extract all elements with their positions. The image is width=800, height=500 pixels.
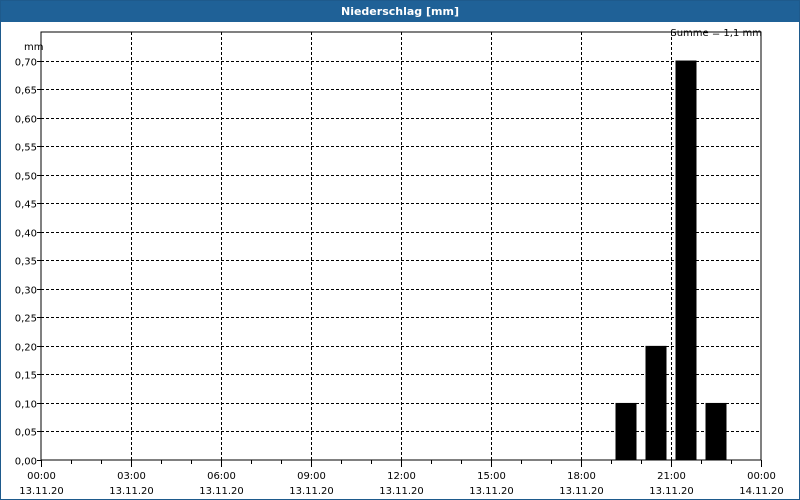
y-tick-label: 0,30 [15, 286, 37, 297]
x-tick-time-label: 12:00 [387, 471, 416, 482]
precipitation-bar [705, 402, 727, 460]
x-tick-time-label: 00:00 [27, 471, 56, 482]
x-tick-time-label: 21:00 [657, 471, 686, 482]
x-tick-date-label: 13.11.20 [19, 486, 64, 497]
x-tick-time-label: 18:00 [567, 471, 596, 482]
x-tick-time-label: 06:00 [207, 471, 236, 482]
x-tick-time-label: 09:00 [297, 471, 326, 482]
y-axis-ticks: 0,00 0,05 0,10 0,15 0,20 0,25 0,30 0,35 0,40 0,45… [15, 58, 41, 468]
y-tick-label: 0,05 [15, 428, 37, 439]
y-tick-label: 0,60 [15, 115, 37, 126]
y-tick-label: 0,50 [15, 172, 37, 183]
x-tick-date-label: 13.11.20 [109, 486, 154, 497]
sum-label: Summe = 1,1 mm [670, 28, 762, 39]
y-tick-label: 0,10 [15, 400, 37, 411]
x-tick-date-label: 13.11.20 [379, 486, 424, 497]
y-tick-label: 0,40 [15, 229, 37, 240]
precipitation-chart: mm Summe = 1,1 mm 0,000,050,100,150,200,… [15, 28, 784, 497]
y-tick-label: 0,00 [15, 457, 37, 468]
y-tick-label: 0,45 [15, 200, 37, 211]
precipitation-bar [675, 60, 697, 461]
x-tick-time-label: 03:00 [117, 471, 146, 482]
x-tick-time-label: 00:00 [747, 471, 776, 482]
x-tick-date-label: 13.11.20 [649, 486, 694, 497]
x-tick-time-label: 15:00 [477, 471, 506, 482]
y-tick-label: 0,15 [15, 371, 37, 382]
y-tick-label: 0,20 [15, 343, 37, 354]
y-tick-label: 0,70 [15, 58, 37, 69]
precipitation-bar [615, 402, 637, 460]
x-tick-date-label: 14.11.20 [739, 486, 784, 497]
precipitation-bar [645, 345, 667, 460]
x-tick-date-label: 13.11.20 [199, 486, 244, 497]
x-tick-date-label: 13.11.20 [469, 486, 514, 497]
x-tick-date-label: 13.11.20 [559, 486, 604, 497]
y-tick-label: 0,65 [15, 86, 37, 97]
y-tick-label: 0,55 [15, 143, 37, 154]
x-axis-ticks: 00:00 13.11.20 03:00 13.11.20 06:00 13.11.20 0… [19, 460, 784, 497]
y-tick-label: 0,25 [15, 314, 37, 325]
x-tick-date-label: 13.11.20 [289, 486, 334, 497]
y-tick-label: 0,35 [15, 257, 37, 268]
